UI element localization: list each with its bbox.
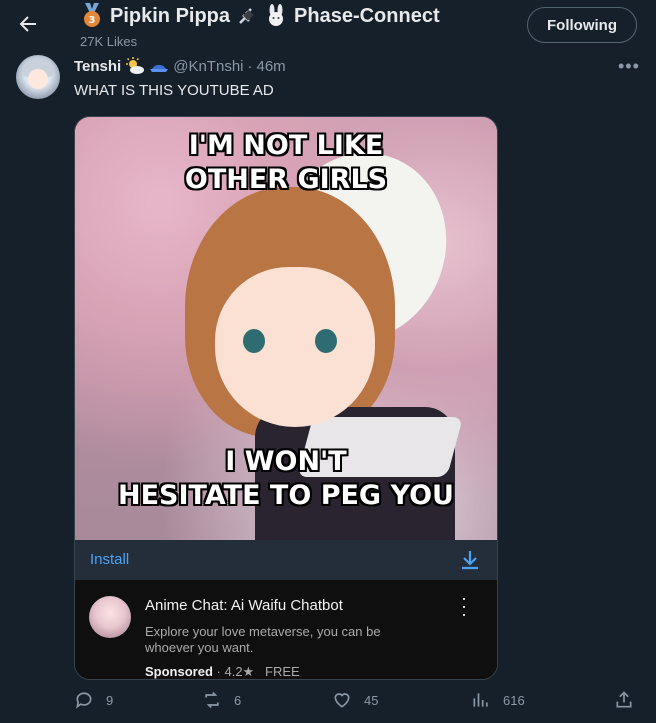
author-name[interactable]: Tenshi bbox=[74, 58, 121, 75]
tweet-header: Tenshi @KnTnshi · 46m bbox=[74, 57, 286, 75]
caption-bottom: I WON'T HESITATE TO PEG YOU bbox=[75, 445, 497, 513]
caption-top-line1: I'M NOT LIKE bbox=[188, 130, 384, 161]
title-right: Phase-Connect bbox=[294, 4, 440, 27]
caption-top-line2: OTHER GIRLS bbox=[184, 164, 388, 195]
views-icon bbox=[473, 693, 488, 707]
caption-bottom-line1: I WON'T bbox=[225, 446, 347, 477]
media-card[interactable]: I'M NOT LIKE OTHER GIRLS I WON'T HESITAT… bbox=[74, 116, 498, 680]
app-more-icon[interactable]: · · · bbox=[461, 589, 467, 623]
app-name: Anime Chat: Ai Waifu Chatbot bbox=[145, 597, 343, 614]
author-handle[interactable]: @KnTnshi bbox=[173, 58, 243, 75]
svg-text:3: 3 bbox=[89, 15, 96, 26]
sun-cloud-icon bbox=[126, 57, 145, 74]
like-button[interactable]: 45 bbox=[332, 690, 378, 710]
reply-count: 9 bbox=[106, 692, 114, 708]
app-icon bbox=[89, 596, 131, 638]
bunny-icon bbox=[269, 4, 284, 26]
views-button[interactable]: 616 bbox=[471, 690, 525, 710]
views-count: 616 bbox=[503, 692, 525, 708]
reply-button[interactable]: 9 bbox=[74, 690, 113, 710]
like-count: 45 bbox=[364, 692, 379, 708]
left-eye bbox=[243, 329, 265, 353]
separator-dot: · bbox=[247, 57, 253, 75]
caption-top: I'M NOT LIKE OTHER GIRLS bbox=[75, 129, 497, 197]
likes-count: 27K Likes bbox=[80, 34, 138, 49]
app-description: Explore your love metaverse, you can be … bbox=[145, 624, 381, 655]
right-eye bbox=[315, 329, 337, 353]
avatar-face bbox=[28, 69, 48, 89]
sponsored-label: Sponsored bbox=[145, 664, 213, 679]
caption-bottom-line2: HESITATE TO PEG YOU bbox=[118, 480, 454, 511]
plug-icon bbox=[239, 8, 254, 24]
retweet-count: 6 bbox=[234, 692, 242, 708]
avatar[interactable] bbox=[16, 55, 60, 99]
app-price: FREE bbox=[265, 664, 300, 679]
install-button[interactable]: Install bbox=[90, 551, 129, 568]
cap-icon bbox=[150, 64, 169, 72]
tweet-time[interactable]: 46m bbox=[257, 58, 286, 75]
more-icon[interactable]: ••• bbox=[618, 56, 640, 77]
share-button[interactable] bbox=[614, 690, 634, 710]
app-meta: Sponsored · 4.2★ FREE bbox=[145, 664, 300, 679]
ad-app-info[interactable]: Anime Chat: Ai Waifu Chatbot Explore you… bbox=[75, 580, 497, 679]
tweet-text: WHAT IS THIS YOUTUBE AD bbox=[74, 82, 274, 99]
back-arrow-icon[interactable] bbox=[16, 12, 40, 36]
download-icon[interactable] bbox=[458, 548, 482, 572]
medal-icon: 3 bbox=[84, 3, 100, 27]
share-icon bbox=[616, 691, 632, 708]
reply-icon bbox=[76, 692, 92, 709]
page-title: 3 Pipkin Pippa Phase-Connect bbox=[80, 3, 440, 29]
install-bar[interactable]: Install bbox=[75, 540, 497, 580]
retweet-button[interactable]: 6 bbox=[202, 690, 241, 710]
top-bar: 3 Pipkin Pippa Phase-Connect 27K Likes F… bbox=[0, 0, 656, 52]
face-shape bbox=[215, 267, 375, 427]
retweet-icon bbox=[205, 691, 219, 709]
action-bar: 9 6 45 616 bbox=[0, 690, 656, 716]
following-button[interactable]: Following bbox=[527, 7, 637, 43]
like-icon bbox=[334, 693, 350, 708]
app-rating: · 4.2★ bbox=[216, 664, 255, 679]
ad-image[interactable]: I'M NOT LIKE OTHER GIRLS I WON'T HESITAT… bbox=[75, 117, 497, 540]
title-left: Pipkin Pippa bbox=[110, 4, 231, 27]
